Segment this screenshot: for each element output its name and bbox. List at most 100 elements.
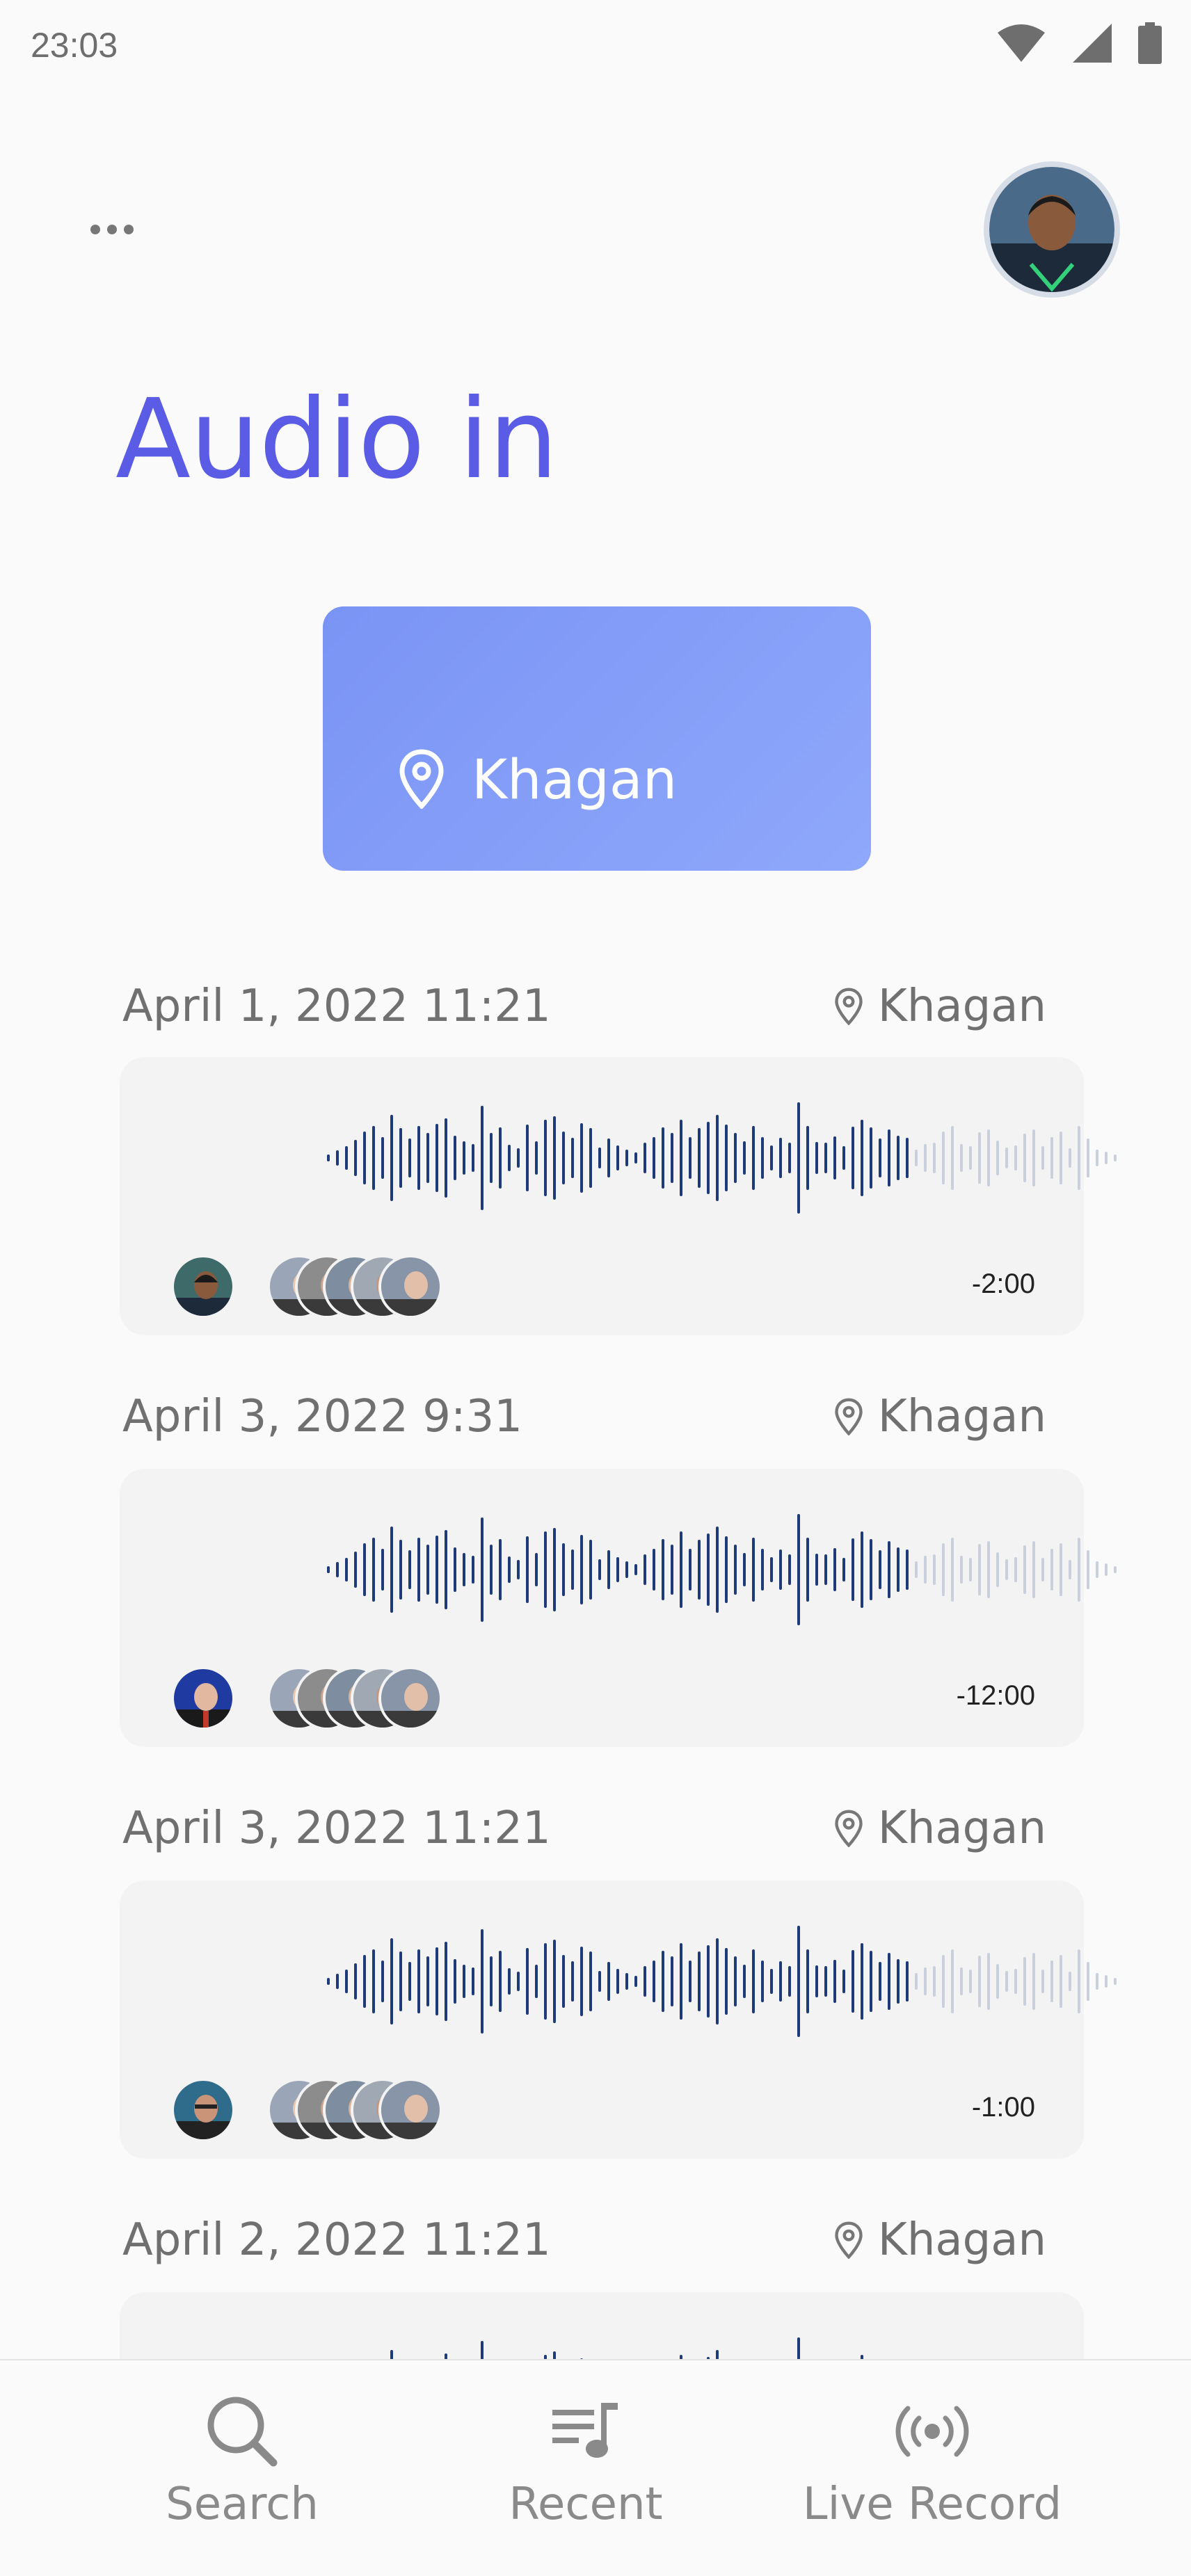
- waveform-bar: [580, 1123, 583, 1193]
- waveform-bar: [870, 1127, 872, 1189]
- recording-card[interactable]: -2:00: [120, 1057, 1117, 1335]
- waveform-bar: [770, 1969, 773, 1994]
- waveform-bar: [354, 1140, 357, 1176]
- waveform-bar: [481, 1106, 483, 1210]
- waveform-bar: [336, 1562, 339, 1577]
- waveform-bar: [553, 1940, 556, 2023]
- waveform-bar: [852, 1538, 854, 1601]
- waveform-bar: [616, 1969, 619, 1994]
- waveform-bar: [924, 1967, 927, 1995]
- waveform-bar: [417, 1949, 420, 2013]
- waveform-bar: [1014, 1557, 1017, 1582]
- waveform-bar: [906, 1961, 909, 2002]
- nav-label: Live Record: [802, 2479, 1062, 2530]
- waveform-bar: [1105, 1563, 1108, 1576]
- waveform-bar: [996, 1141, 999, 1175]
- waveform-bar: [625, 1150, 628, 1166]
- waveform-bar: [526, 1536, 529, 1603]
- waveform-bar: [598, 1148, 601, 1168]
- location-pin-icon: [399, 749, 444, 809]
- waveform-bar: [752, 1126, 755, 1190]
- waveform-bar: [734, 1133, 737, 1183]
- owner-avatar: [171, 1666, 235, 1730]
- waveform-bar: [535, 1141, 538, 1175]
- waveform-bar: [399, 1951, 402, 2011]
- waveform-bar: [662, 1951, 664, 2012]
- recording-card[interactable]: -1:00: [120, 1881, 1117, 2159]
- waveform-bar: [553, 1528, 556, 1611]
- waveform-bar: [490, 1133, 493, 1183]
- waveform-bar: [1114, 1978, 1117, 1985]
- waveform-bar: [345, 1970, 348, 1993]
- live-broadcast-icon: [895, 2406, 969, 2457]
- location-card[interactable]: Khagan: [323, 606, 871, 871]
- nav-live-record[interactable]: Live Record: [800, 2360, 1064, 2576]
- waveform-bar: [969, 1970, 972, 1993]
- waveform-bar: [625, 1561, 628, 1578]
- waveform-bar: [435, 1947, 438, 2015]
- waveform-bar: [1023, 1134, 1026, 1182]
- profile-avatar[interactable]: [984, 161, 1120, 298]
- waveform-bar: [1114, 1154, 1117, 1161]
- waveform-bar: [725, 1536, 728, 1603]
- waveform-bar: [842, 1146, 845, 1170]
- waveform-bar: [363, 1132, 366, 1184]
- waveform-bar: [1041, 1146, 1044, 1170]
- bottom-nav: Search Recent Live Record: [0, 2359, 1191, 2576]
- nav-search[interactable]: Search: [159, 2360, 326, 2576]
- waveform-bar: [924, 1556, 927, 1584]
- waveform-bar: [445, 1530, 447, 1609]
- waveform-bar: [454, 1136, 456, 1180]
- waveform-bar: [888, 1129, 890, 1186]
- nav-recent[interactable]: Recent: [502, 2360, 669, 2576]
- waveform-bar: [680, 1120, 682, 1196]
- waveform-bar: [933, 1554, 936, 1585]
- wifi-icon: [998, 24, 1045, 62]
- waveform-bar: [978, 1956, 981, 2007]
- waveform-bar: [852, 1950, 854, 2013]
- more-dots-icon[interactable]: [90, 209, 153, 250]
- recording-card[interactable]: -12:00: [120, 1469, 1117, 1747]
- waveform-bar: [779, 1549, 782, 1590]
- waveform-bar: [354, 1963, 357, 1999]
- waveform-bar: [707, 1122, 710, 1194]
- waveform-bar: [336, 1150, 339, 1166]
- waveform-bar: [1078, 1949, 1080, 2013]
- nav-label: Recent: [509, 2479, 663, 2530]
- page-title: Audio in: [115, 376, 558, 504]
- waveform-bar: [924, 1144, 927, 1172]
- recording-location-label: Khagan: [877, 1391, 1046, 1442]
- waveform-bar: [788, 1143, 791, 1173]
- waveform-bar: [345, 1146, 348, 1170]
- waveform-bar: [1096, 1150, 1098, 1166]
- waveform-bar: [445, 1118, 447, 1198]
- waveform-bar: [363, 1955, 366, 2008]
- waveform-bar: [1032, 1129, 1035, 1186]
- recording-location-label: Khagan: [877, 1803, 1046, 1854]
- waveform-bar: [1105, 1152, 1108, 1164]
- recording-location: Khagan: [835, 1803, 1046, 1854]
- location-pin-icon: [835, 2221, 863, 2259]
- waveform-bar: [933, 1966, 936, 1997]
- waveform-bar: [960, 1144, 963, 1172]
- waveform-bar: [1087, 1138, 1089, 1177]
- waveform-bar: [580, 1947, 583, 2016]
- waveform-bar: [598, 1971, 601, 1992]
- waveform-bar: [435, 1536, 438, 1604]
- waveform-bar: [1050, 1549, 1053, 1591]
- waveform-bar: [644, 1554, 646, 1585]
- waveform-bar: [906, 1549, 909, 1590]
- waveform-bar: [644, 1966, 646, 1997]
- recording-location-label: Khagan: [877, 981, 1046, 1032]
- waveform-bar: [671, 1956, 673, 2006]
- waveform-bar: [634, 1564, 637, 1575]
- waveform-bar: [508, 1145, 511, 1171]
- waveform-bar: [544, 1943, 547, 2020]
- waveform-bar: [933, 1143, 936, 1173]
- waveform-bar: [879, 1550, 881, 1589]
- waveform-bar: [607, 1962, 610, 2001]
- waveform-bar: [915, 1973, 918, 1990]
- waveform-bar: [770, 1145, 773, 1170]
- recording-location: Khagan: [835, 2214, 1046, 2266]
- waveform-bar: [698, 1540, 701, 1600]
